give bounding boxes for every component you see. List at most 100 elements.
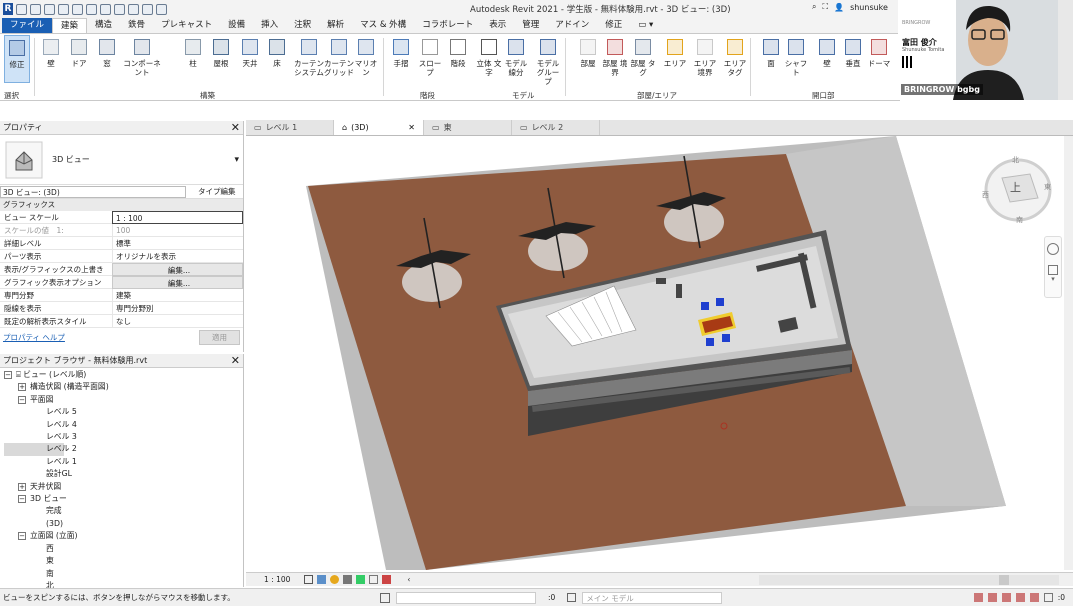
measure-icon[interactable]	[100, 3, 111, 15]
horizontal-scrollbar[interactable]	[759, 574, 1059, 585]
ribbon-button-22[interactable]: エリア 境界	[692, 37, 718, 77]
zoom-icon[interactable]	[1048, 265, 1058, 275]
redo-icon[interactable]	[72, 3, 83, 15]
tree-item[interactable]: レベル 3	[4, 431, 243, 443]
close-hidden-icon[interactable]	[156, 3, 167, 15]
ribbon-button-12[interactable]: 手摺	[388, 37, 414, 68]
view-tab-2[interactable]: ▭ 東	[424, 120, 512, 135]
ribbon-button-27[interactable]: 垂直	[840, 37, 866, 68]
ribbon-button-15[interactable]: 立体 文字	[476, 37, 502, 77]
tree-item[interactable]: 東	[4, 555, 243, 567]
ribbon-button-7[interactable]: 天井	[237, 37, 263, 68]
tree-item[interactable]: レベル 2	[4, 443, 77, 456]
undo-icon[interactable]	[58, 3, 69, 15]
tree-item[interactable]: 西	[4, 543, 243, 555]
close-icon[interactable]: ✕	[231, 354, 240, 367]
viewport-scrollbar[interactable]	[1064, 136, 1073, 570]
properties-help-link[interactable]: プロパティ ヘルプ	[3, 332, 65, 343]
tree-item[interactable]: 完成	[4, 505, 243, 517]
type-selector[interactable]: 3D ビュー ▾	[0, 135, 243, 185]
ribbon-button-23[interactable]: エリア タグ	[722, 37, 748, 77]
select-pinned-icon[interactable]	[1001, 593, 1011, 602]
save-icon[interactable]	[30, 3, 41, 15]
ribbon-group-label[interactable]: モデル	[512, 90, 535, 101]
ribbon-button-21[interactable]: エリア	[662, 37, 688, 68]
tab-14[interactable]: 修正	[597, 18, 630, 33]
sync-icon[interactable]	[44, 3, 55, 15]
tree-item[interactable]: 南	[4, 568, 243, 580]
ribbon-button-1[interactable]: 壁	[38, 37, 64, 68]
expand-toggle-icon[interactable]: +	[18, 383, 26, 392]
view-cube-west[interactable]: 西	[982, 190, 989, 200]
tree-item[interactable]: + 構造伏図 (構造平面図)	[4, 381, 243, 393]
view-tab-0[interactable]: ▭ レベル 1	[246, 120, 334, 135]
tree-item[interactable]: (3D)	[4, 518, 243, 530]
sun-path-icon[interactable]	[330, 575, 340, 584]
visual-style-icon[interactable]	[317, 575, 327, 584]
property-value[interactable]: 専門分野別	[112, 301, 243, 315]
expand-toggle-icon[interactable]: −	[18, 532, 26, 541]
ribbon-group-label[interactable]: 選択	[4, 90, 19, 101]
ribbon-button-11[interactable]: マリオン	[353, 37, 379, 77]
ribbon-button-9[interactable]: カーテン システム	[293, 37, 325, 77]
tab-1[interactable]: 建築	[52, 18, 88, 33]
tab-3[interactable]: 鉄骨	[120, 18, 153, 33]
select-links-icon[interactable]	[973, 593, 983, 602]
ribbon-button-10[interactable]: カーテン グリッド	[323, 37, 355, 77]
view-cube-east[interactable]: 東	[1044, 182, 1051, 192]
model-dropdown[interactable]: メイン モデル	[582, 591, 723, 604]
drag-elements-icon[interactable]	[1029, 593, 1039, 602]
property-value[interactable]: 建築	[112, 288, 243, 302]
filter-icon[interactable]	[1043, 593, 1053, 602]
render-icon[interactable]	[356, 575, 366, 584]
ribbon-button-8[interactable]: 床	[264, 37, 290, 68]
steering-wheel-icon[interactable]	[1047, 243, 1059, 255]
tab-0[interactable]: ファイル	[2, 18, 53, 33]
ribbon-button-28[interactable]: ドーマ	[866, 37, 892, 68]
tree-item[interactable]: 設計GL	[4, 468, 243, 480]
ribbon-group-label[interactable]: 構築	[200, 90, 215, 101]
ribbon-button-3[interactable]: 窓	[94, 37, 120, 68]
ribbon-button-24[interactable]: 面	[758, 37, 784, 68]
revit-logo-icon[interactable]: R	[3, 3, 13, 15]
ribbon-button-17[interactable]: モデル グループ	[535, 37, 561, 86]
ribbon-button-16[interactable]: モデル 線分	[503, 37, 529, 77]
tab-5[interactable]: 設備	[220, 18, 253, 33]
ribbon-button-0[interactable]: 修正	[4, 35, 30, 83]
tab-13[interactable]: アドイン	[547, 18, 597, 33]
view-tab-3[interactable]: ▭ レベル 2	[512, 120, 600, 135]
expand-toggle-icon[interactable]: −	[18, 495, 26, 504]
select-by-face-icon[interactable]	[1015, 593, 1025, 602]
instance-selector[interactable]: 3D ビュー: (3D)	[0, 185, 186, 198]
view-tab-1[interactable]: ⌂ (3D) ✕	[334, 120, 424, 135]
ribbon-button-26[interactable]: 壁	[814, 37, 840, 68]
tree-item[interactable]: −3D ビュー	[4, 493, 243, 505]
select-underlay-icon[interactable]	[987, 593, 997, 602]
chevron-down-icon[interactable]: ▾	[234, 155, 239, 165]
tab-4[interactable]: プレキャスト	[153, 18, 220, 33]
ribbon-group-label[interactable]: 階段	[420, 90, 435, 101]
ribbon-button-25[interactable]: シャフト	[783, 37, 809, 77]
tab-8[interactable]: 解析	[319, 18, 352, 33]
open-icon[interactable]	[16, 3, 27, 15]
workset-icon[interactable]	[380, 592, 390, 603]
tab-11[interactable]: 表示	[481, 18, 514, 33]
ribbon-button-19[interactable]: 部屋 境界	[602, 37, 628, 77]
view-cube-south[interactable]: 南	[1016, 215, 1023, 225]
tab-12[interactable]: 管理	[514, 18, 547, 33]
close-icon[interactable]: ✕	[231, 121, 240, 134]
section-icon[interactable]	[142, 3, 153, 15]
property-value[interactable]: 編集...	[112, 275, 243, 289]
expand-toggle-icon[interactable]: −	[18, 395, 26, 404]
user-name[interactable]: shunsuke	[850, 3, 888, 12]
exchange-icon[interactable]: ⛶	[822, 2, 828, 12]
ribbon-button-20[interactable]: 部屋 タグ	[630, 37, 656, 77]
view-scale[interactable]: 1 : 100	[264, 575, 290, 584]
apply-button[interactable]: 適用	[199, 329, 240, 345]
detail-level-icon[interactable]	[304, 575, 314, 584]
tab-7[interactable]: 注釈	[286, 18, 319, 33]
property-value[interactable]: オリジナルを表示	[112, 249, 243, 263]
view-cube-north[interactable]: 北	[1012, 155, 1019, 165]
scroll-left-icon[interactable]: ‹	[407, 575, 410, 584]
view-cube[interactable]: 上 北 東 南 西	[982, 154, 1054, 226]
